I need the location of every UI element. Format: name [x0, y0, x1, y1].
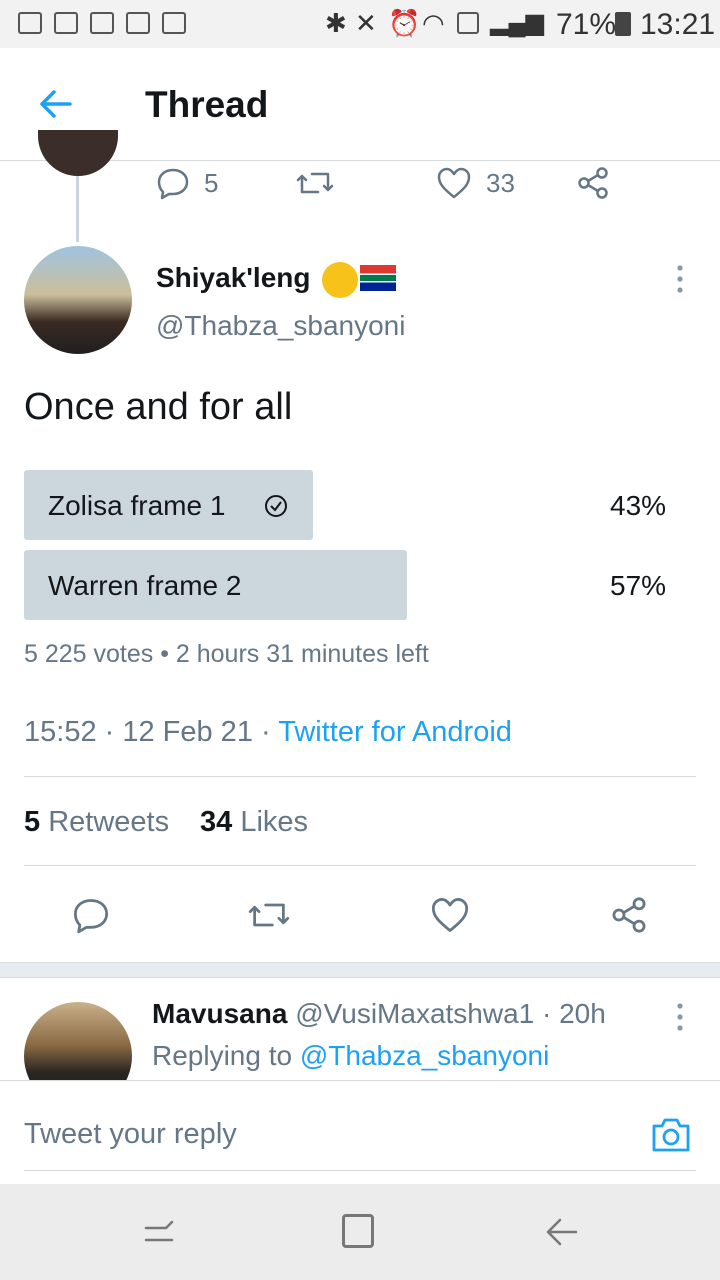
back-nav-icon[interactable]	[544, 1214, 580, 1255]
likes-count: 34	[200, 806, 233, 838]
check-circle-icon	[264, 494, 288, 523]
reply-handle-time: @VusiMaxatshwa1 · 20h	[295, 998, 606, 1029]
retweet-icon	[296, 172, 334, 194]
poll-option-label: Warren frame 2	[48, 570, 242, 601]
heart-icon	[437, 167, 471, 199]
share-button[interactable]	[610, 896, 648, 939]
poll-option-percent: 57%	[610, 570, 667, 601]
likes-stat[interactable]: 34 Likes	[200, 806, 308, 839]
recent-apps-icon[interactable]	[142, 1216, 176, 1255]
likes-label: Likes	[240, 806, 309, 838]
parent-reply-count: 5	[204, 167, 219, 198]
sim-icon	[457, 12, 479, 34]
tweet-meta: 15:52 · 12 Feb 21 · Twitter for Android	[24, 716, 512, 749]
parent-like-count: 33	[486, 167, 515, 198]
more-options-icon[interactable]	[672, 264, 688, 294]
camera-icon[interactable]	[650, 1114, 692, 1159]
wifi-icon: ◠	[422, 8, 445, 38]
retweet-icon	[248, 903, 290, 927]
section-separator	[0, 962, 720, 978]
thread-connector-line	[76, 176, 79, 242]
reply-display-name[interactable]: Mavusana	[152, 998, 287, 1029]
like-button[interactable]	[430, 896, 470, 939]
mail-icon-2	[126, 12, 150, 34]
page-title: Thread	[145, 84, 269, 125]
poll-option-label: Zolisa frame 1	[48, 490, 226, 521]
divider	[24, 776, 696, 777]
reply-more-options-icon[interactable]	[672, 1002, 688, 1032]
south-africa-flag-emoji	[360, 265, 396, 291]
retweets-label: Retweets	[48, 806, 170, 838]
parent-reply-button[interactable]: 5	[156, 166, 218, 200]
mail-icon	[90, 12, 114, 34]
tweet-source-link[interactable]: Twitter for Android	[278, 716, 512, 748]
divider	[24, 865, 696, 866]
share-icon	[612, 897, 646, 933]
retweet-button[interactable]	[248, 896, 290, 939]
battery-icon	[615, 12, 631, 36]
poll-option-percent: 43%	[610, 490, 667, 521]
bluetooth-icon: ✱	[325, 8, 347, 38]
parent-avatar[interactable]	[38, 130, 118, 176]
poll-meta: 5 225 votes • 2 hours 31 minutes left	[24, 640, 429, 668]
reply-icon	[73, 899, 109, 934]
reply-input[interactable]: Tweet your reply	[24, 1118, 237, 1151]
replying-to-prefix: Replying to	[152, 1040, 300, 1071]
checkbox-notification-icon	[54, 12, 78, 34]
tweet-timestamp: 15:52 · 12 Feb 21 ·	[24, 716, 279, 748]
status-bar: ✱ ✕ ⏰ ◠ ▂▄▆ 71% 13:21	[0, 0, 720, 48]
parent-retweet-button[interactable]	[296, 166, 334, 200]
reply-tweet[interactable]: Mavusana @VusiMaxatshwa1 · 20h Replying …	[0, 978, 720, 1080]
replying-to: Replying to @Thabza_sbanyoni	[152, 1040, 549, 1072]
home-icon[interactable]	[342, 1214, 374, 1248]
reply-header: Mavusana @VusiMaxatshwa1 · 20h	[152, 998, 606, 1030]
author-display-name[interactable]: Shiyak'leng	[156, 262, 311, 294]
signal-icon: ▂▄▆	[490, 9, 544, 36]
parent-share-button[interactable]	[576, 166, 610, 200]
reply-author-avatar[interactable]	[24, 1002, 132, 1080]
parent-like-button[interactable]: 33	[436, 166, 515, 200]
image-icon	[162, 12, 186, 34]
replying-to-handle[interactable]: @Thabza_sbanyoni	[300, 1040, 549, 1071]
retweets-count: 5	[24, 806, 41, 838]
author-handle[interactable]: @Thabza_sbanyoni	[156, 310, 405, 342]
heart-icon	[431, 898, 469, 932]
reply-button[interactable]	[72, 896, 110, 939]
reply-icon	[157, 168, 189, 200]
author-avatar[interactable]	[24, 246, 132, 354]
alarm-icon: ⏰	[388, 8, 421, 38]
mute-icon: ✕	[355, 8, 377, 38]
notification-icon	[18, 12, 42, 34]
tweet-text: Once and for all	[24, 386, 293, 428]
share-icon	[578, 167, 608, 199]
battery-percent: 71%	[556, 8, 617, 41]
flushed-face-emoji	[322, 262, 358, 298]
back-arrow-icon[interactable]	[36, 84, 76, 124]
retweets-stat[interactable]: 5 Retweets	[24, 806, 169, 839]
clock: 13:21	[640, 8, 716, 41]
composer-underline	[24, 1170, 696, 1171]
